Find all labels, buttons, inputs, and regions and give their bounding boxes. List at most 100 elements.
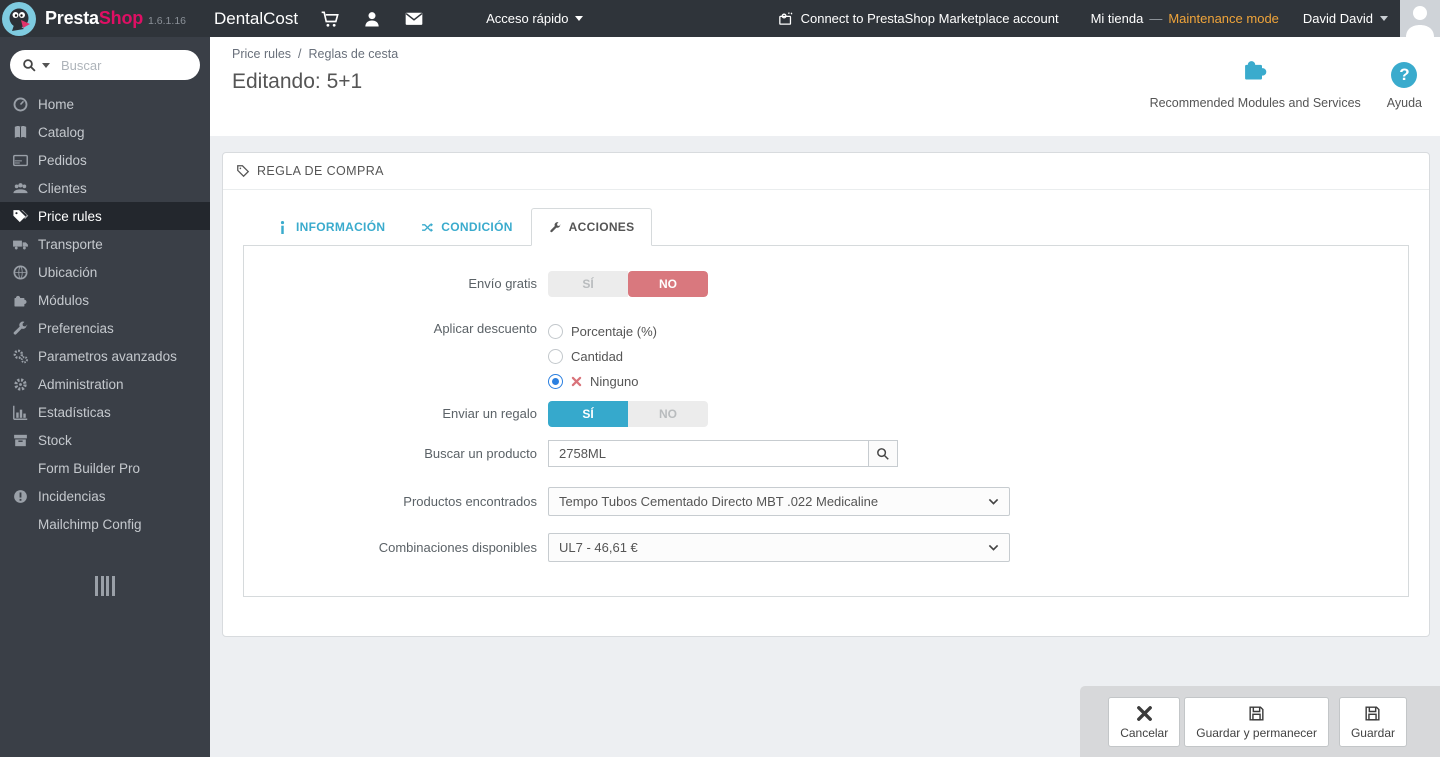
question-icon: ?	[1391, 62, 1418, 88]
free-shipping-yes[interactable]: SÍ	[548, 271, 628, 297]
discount-option-none[interactable]: Ninguno	[548, 373, 657, 389]
tab-label: CONDICIÓN	[441, 220, 513, 234]
sidebar-item-stock[interactable]: Stock	[0, 426, 210, 454]
help-label: Ayuda	[1386, 96, 1422, 110]
sidebar-item-catalog[interactable]: Catalog	[0, 118, 210, 146]
sidebar-item-home[interactable]: Home	[0, 90, 210, 118]
sidebar-nav: Home Catalog Pedidos Clientes Price rule…	[0, 90, 210, 538]
free-shipping-no[interactable]: NO	[628, 271, 708, 297]
selected-combination: UL7 - 46,61 €	[559, 540, 638, 555]
radio-checked-icon[interactable]	[548, 373, 563, 389]
maintenance-mode-badge: Maintenance mode	[1168, 11, 1279, 26]
discount-option-amount[interactable]: Cantidad	[548, 348, 657, 364]
cart-icon[interactable]	[320, 9, 340, 29]
send-gift-yes[interactable]: SÍ	[548, 401, 628, 427]
sidebar-item-label: Incidencias	[38, 488, 106, 504]
sidebar-item-administration[interactable]: Administration	[0, 370, 210, 398]
sidebar-item-clientes[interactable]: Clientes	[0, 174, 210, 202]
sidebar-item-ubicacion[interactable]: Ubicación	[0, 258, 210, 286]
messages-icon[interactable]	[404, 9, 424, 29]
tab-acciones[interactable]: ACCIONES	[530, 208, 653, 246]
radio-label: Ninguno	[590, 373, 639, 389]
sidebar-item-label: Transporte	[38, 236, 103, 252]
help-button[interactable]: ? Ayuda	[1387, 62, 1422, 110]
sidebar-item-incidencias[interactable]: Incidencias	[0, 482, 210, 510]
combinations-row: Combinaciones disponibles UL7 - 46,61 €	[244, 533, 1408, 562]
breadcrumb-price-rules[interactable]: Price rules	[232, 47, 291, 61]
quick-access-menu[interactable]: Acceso rápido	[486, 11, 583, 26]
product-search-button[interactable]	[868, 440, 898, 467]
save-label: Guardar	[1350, 725, 1395, 740]
cancel-label: Cancelar	[1120, 725, 1169, 740]
search-scope-caret-icon[interactable]	[42, 62, 50, 68]
combinations-label: Combinaciones disponibles	[378, 539, 537, 555]
sidebar-item-form-builder-pro[interactable]: Form Builder Pro	[0, 454, 210, 482]
save-and-stay-button[interactable]: Guardar y permanecer	[1184, 696, 1329, 747]
sidebar-item-label: Mailchimp Config	[38, 516, 142, 532]
store-name-link[interactable]: Mi tienda	[1091, 11, 1144, 26]
gear-icon	[12, 376, 29, 393]
sidebar: Home Catalog Pedidos Clientes Price rule…	[0, 37, 210, 757]
info-icon	[280, 220, 285, 234]
breadcrumb-separator: /	[298, 47, 302, 61]
selected-product: Tempo Tubos Cementado Directo MBT .022 M…	[559, 494, 879, 509]
breadcrumb-reglas-de-cesta[interactable]: Reglas de cesta	[309, 47, 399, 61]
sidebar-item-label: Módulos	[38, 292, 90, 308]
user-menu[interactable]: David David	[1303, 11, 1388, 26]
send-gift-no[interactable]: NO	[628, 401, 708, 427]
brand-shop: Shop	[98, 8, 144, 28]
sidebar-item-label: Stock	[38, 432, 72, 448]
search-icon	[23, 58, 36, 72]
tab-label: ACCIONES	[568, 220, 635, 234]
sidebar-item-preferencias[interactable]: Preferencias	[0, 314, 210, 342]
free-shipping-toggle: SÍ NO	[548, 271, 708, 297]
avatar[interactable]	[1400, 0, 1440, 37]
sidebar-item-parametros-avanzados[interactable]: Parametros avanzados	[0, 342, 210, 370]
sidebar-search[interactable]	[10, 50, 200, 80]
tab-informacion[interactable]: INFORMACIÓN	[258, 208, 403, 246]
puzzle-icon	[1240, 55, 1270, 88]
radio-unchecked-icon[interactable]	[548, 323, 563, 339]
prestashop-brand[interactable]: PrestaShop	[45, 8, 143, 29]
free-shipping-label: Envío gratis	[468, 276, 537, 291]
gears-icon	[12, 348, 29, 365]
sidebar-item-estadisticas[interactable]: Estadísticas	[0, 398, 210, 426]
sidebar-item-price-rules[interactable]: Price rules	[0, 202, 210, 230]
save-button[interactable]: Guardar	[1338, 696, 1407, 747]
content-area: REGLA DE COMPRA INFORMACIÓN CONDICIÓN AC…	[210, 136, 1440, 757]
cart-rule-panel: REGLA DE COMPRA INFORMACIÓN CONDICIÓN AC…	[222, 152, 1430, 637]
marketplace-label: Connect to PrestaShop Marketplace accoun…	[800, 11, 1059, 26]
sidebar-item-pedidos[interactable]: Pedidos	[0, 146, 210, 174]
send-gift-toggle: SÍ NO	[548, 401, 708, 427]
sidebar-collapse-handle[interactable]	[92, 576, 118, 596]
products-found-select[interactable]: Tempo Tubos Cementado Directo MBT .022 M…	[548, 487, 1010, 516]
sidebar-item-transporte[interactable]: Transporte	[0, 230, 210, 258]
box-icon	[12, 432, 29, 449]
apply-discount-row: Aplicar descuento Porcentaje (%) Cantida…	[244, 321, 1408, 389]
product-search-input[interactable]	[548, 440, 868, 467]
marketplace-connect-link[interactable]: Connect to PrestaShop Marketplace accoun…	[777, 10, 1059, 27]
prestashop-logo-icon[interactable]	[1, 1, 37, 37]
discount-option-percent[interactable]: Porcentaje (%)	[548, 323, 657, 339]
recommended-modules-button[interactable]: Recommended Modules and Services	[1150, 55, 1361, 110]
customer-icon[interactable]	[362, 9, 382, 29]
sidebar-item-label: Preferencias	[38, 320, 114, 336]
chevron-down-icon	[1380, 16, 1388, 21]
cancel-button[interactable]: Cancelar	[1108, 696, 1181, 747]
panel-header: REGLA DE COMPRA	[223, 153, 1429, 190]
tags-icon	[12, 208, 29, 225]
sidebar-item-modulos[interactable]: Módulos	[0, 286, 210, 314]
sidebar-item-mailchimp-config[interactable]: Mailchimp Config	[0, 510, 210, 538]
alert-icon	[12, 488, 29, 505]
sidebar-search-input[interactable]	[61, 57, 171, 73]
footer-toolbar: Cancelar Guardar y permanecer Guardar	[1080, 686, 1440, 757]
group-icon	[12, 180, 29, 197]
radio-unchecked-icon[interactable]	[548, 348, 563, 364]
shop-name-link[interactable]: DentalCost	[214, 9, 298, 29]
sidebar-item-label: Catalog	[38, 124, 85, 140]
tab-condicion[interactable]: CONDICIÓN	[403, 208, 530, 246]
radio-label: Cantidad	[571, 348, 624, 364]
wrench-icon	[12, 320, 29, 337]
globe-icon	[12, 264, 29, 281]
combinations-select[interactable]: UL7 - 46,61 €	[548, 533, 1010, 562]
